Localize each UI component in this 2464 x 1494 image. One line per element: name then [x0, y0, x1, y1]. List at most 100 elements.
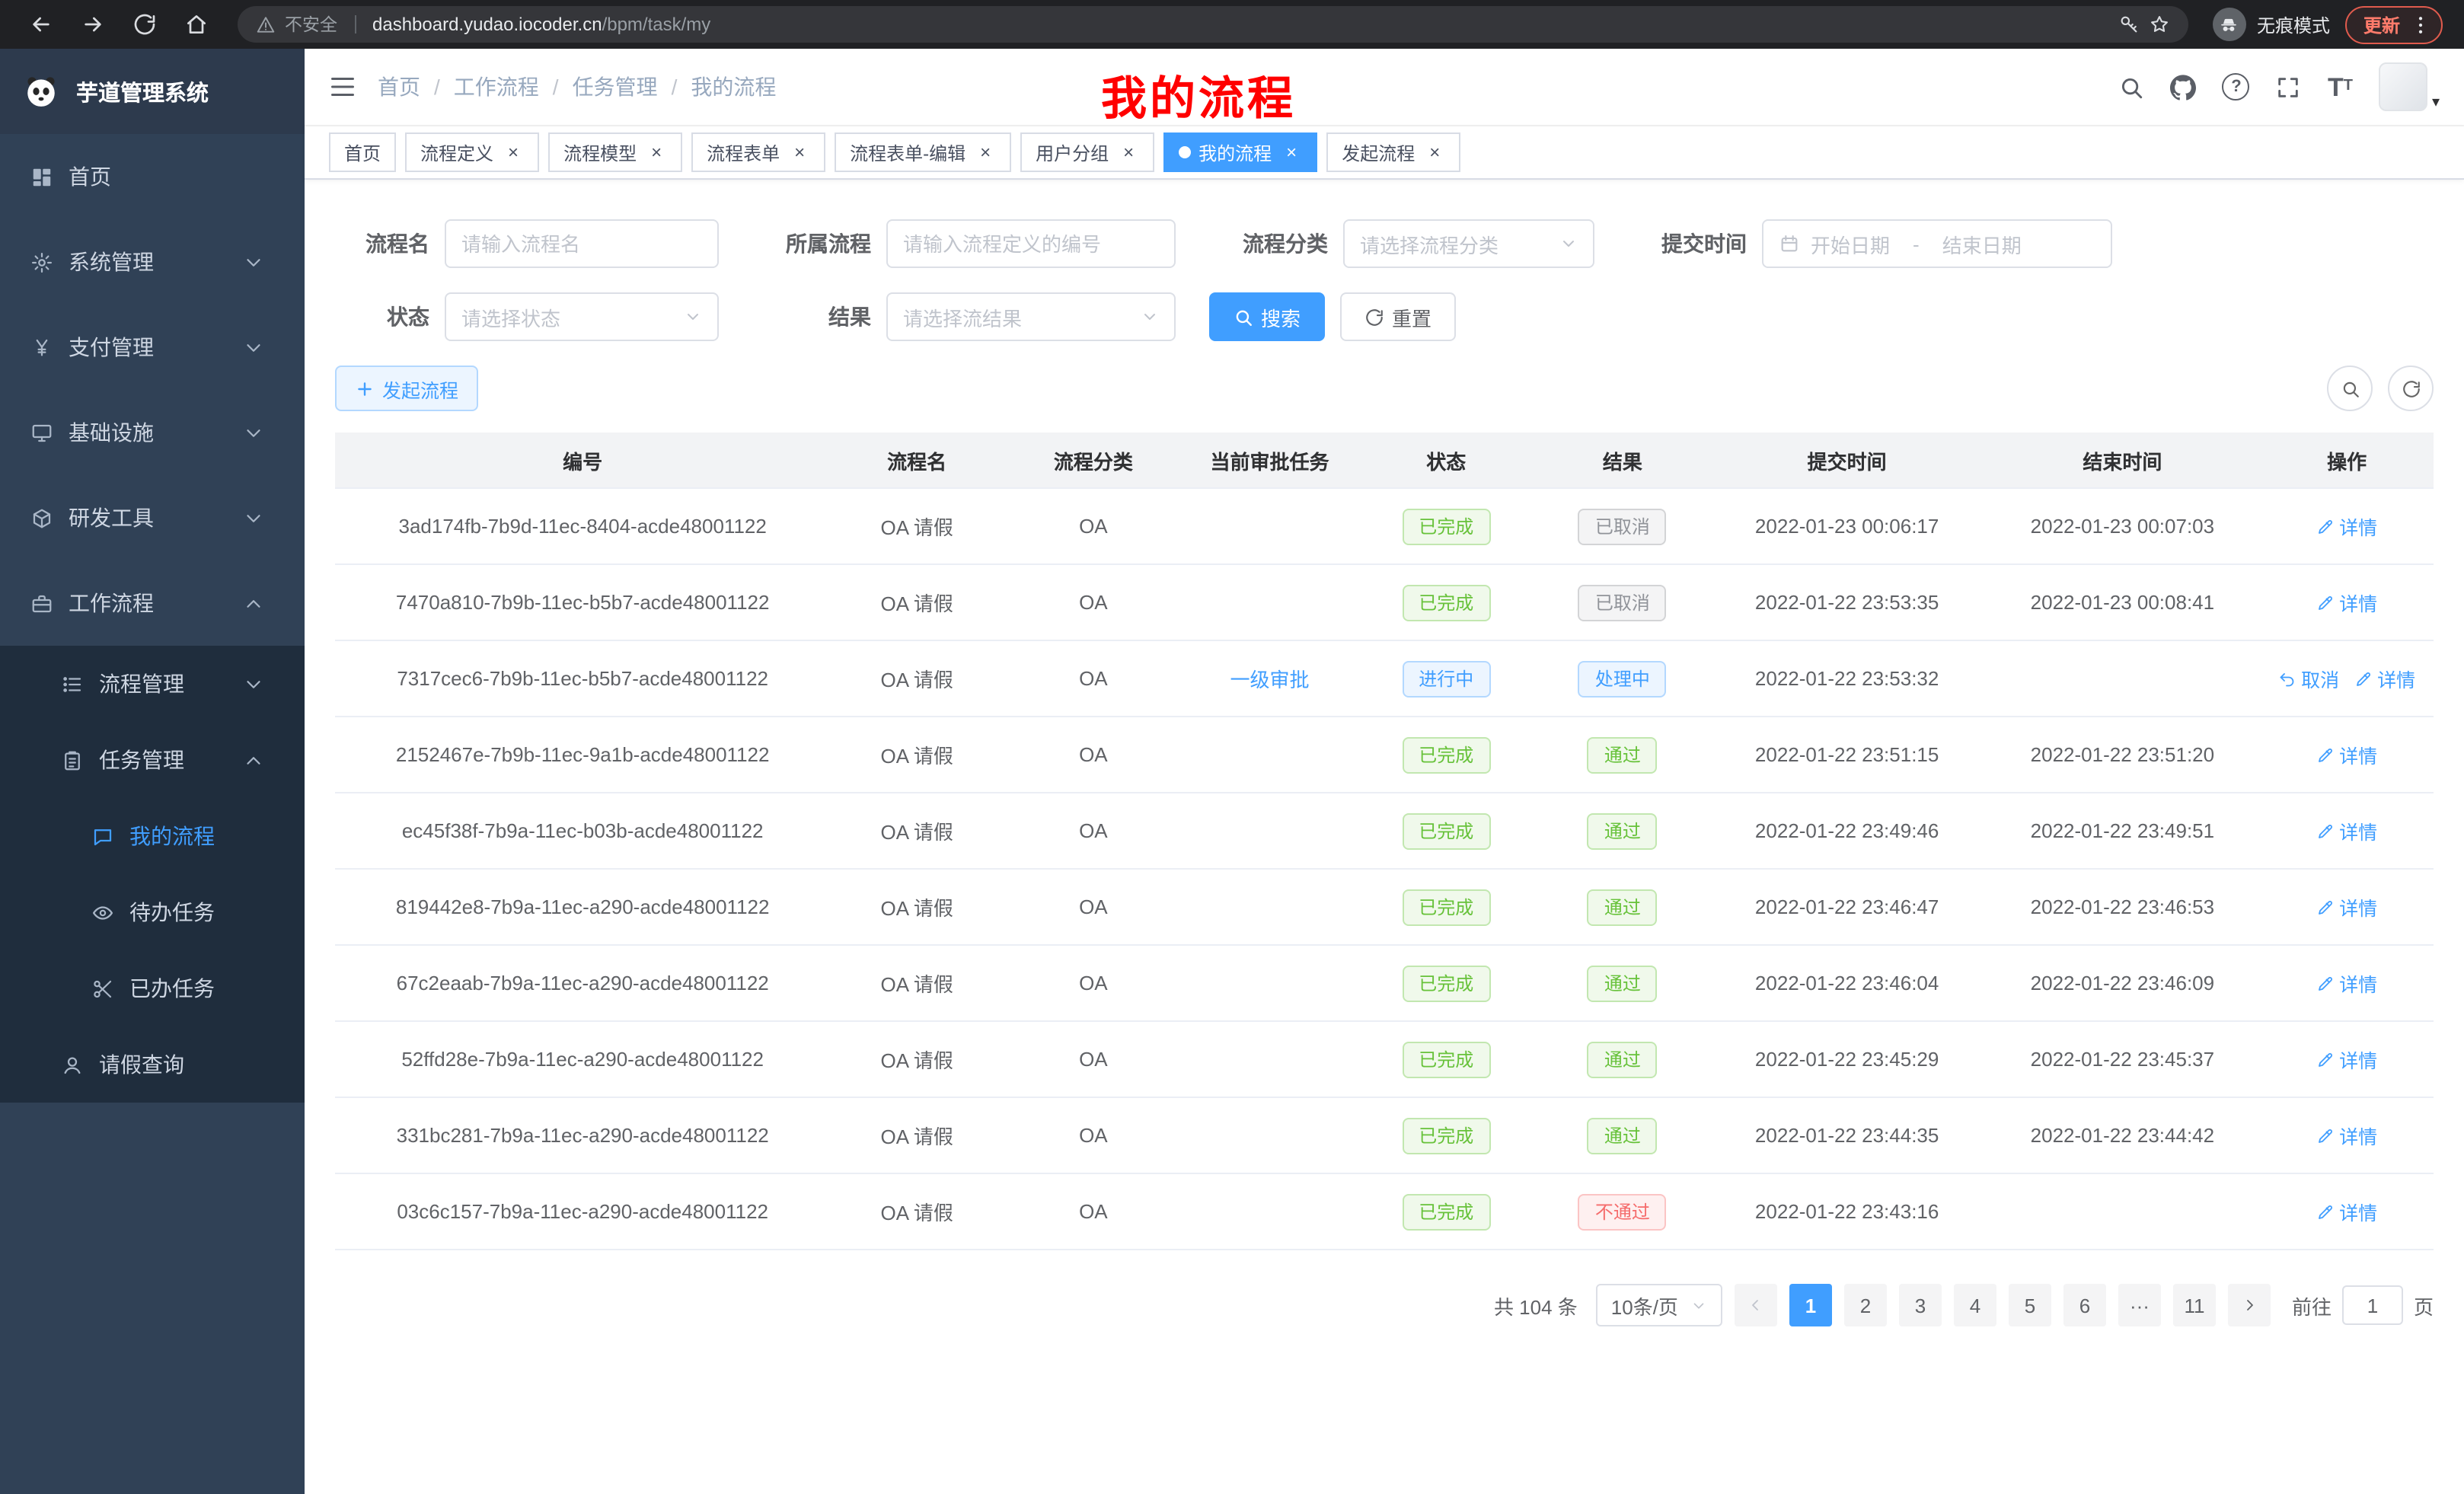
fullscreen-icon[interactable]	[2276, 74, 2302, 100]
cancel-link[interactable]: 取消	[2278, 664, 2339, 693]
detail-link[interactable]: 详情	[2316, 1197, 2377, 1226]
table-refresh-button[interactable]	[2388, 366, 2434, 411]
close-tab-icon[interactable]: ×	[646, 142, 667, 163]
breadcrumb-item[interactable]: 工作流程	[454, 72, 539, 102]
submit-time-range-picker[interactable]: 开始日期 - 结束日期	[1762, 219, 2112, 268]
tab-process-form-edit[interactable]: 流程表单-编辑×	[835, 132, 1011, 172]
sidebar-item-task-management[interactable]: 任务管理	[0, 722, 305, 798]
sidebar-item-system-management[interactable]: 系统管理	[0, 219, 305, 305]
page-5-button[interactable]: 5	[2009, 1284, 2051, 1326]
not-secure-warning-icon[interactable]	[256, 14, 276, 34]
detail-link[interactable]: 详情	[2316, 588, 2377, 617]
page-size-select[interactable]: 10条/页	[1596, 1284, 1722, 1326]
cell-actions: 详情	[2260, 793, 2434, 869]
status-select[interactable]: 请选择状态	[445, 292, 719, 341]
undo-icon	[2278, 669, 2296, 688]
close-tab-icon[interactable]: ×	[1118, 142, 1139, 163]
search-icon[interactable]	[2119, 74, 2145, 100]
search-button[interactable]: 搜索	[1209, 292, 1325, 341]
cell-category: OA	[1004, 640, 1183, 717]
sidebar-item-payment-management[interactable]: 支付管理	[0, 305, 305, 390]
page-3-button[interactable]: 3	[1899, 1284, 1942, 1326]
bookmark-star-icon[interactable]	[2149, 14, 2170, 35]
page-jump-input[interactable]	[2342, 1285, 2403, 1325]
sidebar-item-done-tasks[interactable]: 已办任务	[0, 950, 305, 1026]
chat-icon	[91, 825, 114, 848]
close-tab-icon[interactable]: ×	[975, 142, 996, 163]
sidebar-item-dev-tools[interactable]: 研发工具	[0, 475, 305, 560]
page-11-button[interactable]: 11	[2173, 1284, 2216, 1326]
reload-icon[interactable]	[131, 11, 158, 38]
table-row: 67c2eaab-7b9a-11ec-a290-acde48001122OA 请…	[335, 945, 2434, 1021]
tab-start-process[interactable]: 发起流程×	[1326, 132, 1460, 172]
user-avatar[interactable]: ▾	[2379, 62, 2440, 111]
key-icon[interactable]	[2118, 14, 2140, 35]
page-1-button[interactable]: 1	[1789, 1284, 1832, 1326]
update-button[interactable]: 更新	[2345, 5, 2443, 43]
tab-process-definition[interactable]: 流程定义×	[405, 132, 539, 172]
back-icon[interactable]	[27, 11, 55, 38]
sidebar-item-workflow[interactable]: 工作流程	[0, 560, 305, 646]
incognito-badge[interactable]: 无痕模式	[2213, 8, 2330, 41]
tab-my-process[interactable]: 我的流程×	[1163, 132, 1317, 172]
sidebar-item-todo-tasks[interactable]: 待办任务	[0, 874, 305, 950]
sidebar-item-leave-query[interactable]: 请假查询	[0, 1026, 305, 1103]
tab-user-group[interactable]: 用户分组×	[1020, 132, 1154, 172]
detail-link[interactable]: 详情	[2316, 1121, 2377, 1150]
browser-menu-icon[interactable]	[2409, 13, 2432, 36]
create-process-button[interactable]: 发起流程	[335, 366, 478, 411]
detail-link[interactable]: 详情	[2316, 740, 2377, 769]
home-icon[interactable]	[183, 11, 210, 38]
close-tab-icon[interactable]: ×	[1281, 142, 1302, 163]
breadcrumb-item[interactable]: 首页	[378, 72, 420, 102]
reset-button[interactable]: 重置	[1340, 292, 1456, 341]
result-tag: 通过	[1588, 1117, 1658, 1154]
prev-page-button[interactable]	[1735, 1284, 1777, 1326]
calendar-icon	[1779, 233, 1800, 254]
sidebar-item-label: 首页	[69, 161, 111, 192]
sidebar-item-home[interactable]: 首页	[0, 134, 305, 219]
current-task-link[interactable]: 一级审批	[1230, 664, 1310, 693]
detail-link[interactable]: 详情	[2354, 664, 2415, 693]
sidebar-item-process-management[interactable]: 流程管理	[0, 646, 305, 722]
sidebar-toggle-button[interactable]	[329, 73, 356, 101]
result-select[interactable]: 请选择流结果	[886, 292, 1176, 341]
page-6-button[interactable]: 6	[2063, 1284, 2106, 1326]
detail-link[interactable]: 详情	[2316, 816, 2377, 845]
close-tab-icon[interactable]: ×	[789, 142, 810, 163]
table-row: 7470a810-7b9b-11ec-b5b7-acde48001122OA 请…	[335, 564, 2434, 640]
edit-icon	[2354, 669, 2373, 688]
cell-submit-time: 2022-01-22 23:44:35	[1709, 1097, 1985, 1173]
page-2-button[interactable]: 2	[1844, 1284, 1887, 1326]
app-logo[interactable]: 芋道管理系统	[0, 49, 305, 134]
app-frame: 芋道管理系统 首页系统管理支付管理基础设施研发工具工作流程流程管理任务管理我的流…	[0, 49, 2464, 1494]
cell-submit-time: 2022-01-22 23:46:04	[1709, 945, 1985, 1021]
sidebar-item-my-process[interactable]: 我的流程	[0, 798, 305, 874]
detail-link[interactable]: 详情	[2316, 892, 2377, 921]
detail-link[interactable]: 详情	[2316, 1045, 2377, 1074]
detail-link[interactable]: 详情	[2316, 512, 2377, 541]
tab-process-form[interactable]: 流程表单×	[691, 132, 825, 172]
process-name-input[interactable]	[445, 219, 719, 268]
chevron-up-icon	[242, 592, 265, 615]
help-icon[interactable]: ?	[2223, 73, 2250, 101]
close-tab-icon[interactable]: ×	[1424, 142, 1445, 163]
font-size-icon[interactable]: TT	[2328, 74, 2353, 100]
search-toggle-button[interactable]	[2327, 366, 2373, 411]
close-tab-icon[interactable]: ×	[503, 142, 524, 163]
breadcrumb-item[interactable]: 任务管理	[573, 72, 658, 102]
github-icon[interactable]	[2171, 74, 2197, 100]
pagination-ellipsis[interactable]: ···	[2118, 1284, 2161, 1326]
detail-link[interactable]: 详情	[2316, 969, 2377, 998]
sidebar-item-infrastructure[interactable]: 基础设施	[0, 390, 305, 475]
avatar-image	[2379, 62, 2427, 111]
tab-process-model[interactable]: 流程模型×	[548, 132, 682, 172]
chevron-down-icon	[242, 251, 265, 273]
process-definition-input[interactable]	[886, 219, 1176, 268]
address-bar[interactable]: 不安全 dashboard.yudao.iocoder.cn/bpm/task/…	[238, 6, 2188, 43]
next-page-button[interactable]	[2228, 1284, 2271, 1326]
category-select[interactable]: 请选择流程分类	[1343, 219, 1594, 268]
tab-home[interactable]: 首页	[329, 132, 396, 172]
page-4-button[interactable]: 4	[1954, 1284, 1996, 1326]
forward-icon[interactable]	[79, 11, 107, 38]
